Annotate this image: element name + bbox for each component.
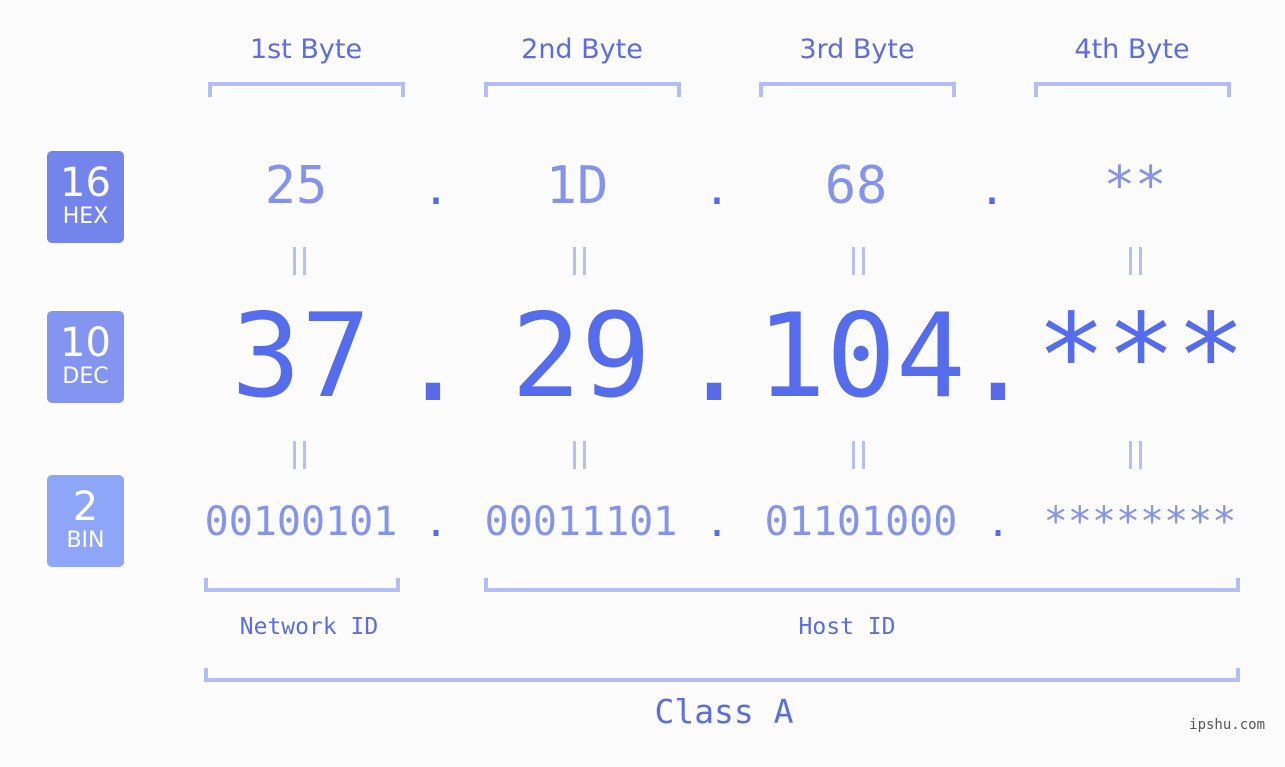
hex-byte-2: 1D (545, 156, 609, 216)
class-label: Class A (654, 692, 794, 731)
bin-base-badge: 2 BIN (47, 475, 124, 567)
byte-header-2: 2nd Byte (521, 34, 643, 65)
byte-bracket-4 (1034, 82, 1231, 97)
hex-base-badge: 16 HEX (47, 151, 124, 243)
bin-byte-3: 01101000 (764, 499, 958, 545)
dec-byte-3: 104 (756, 289, 966, 424)
byte-header-4: 4th Byte (1074, 34, 1190, 65)
dec-byte-1: 37 (231, 289, 371, 424)
host-id-label: Host ID (798, 614, 896, 640)
byte-bracket-3 (759, 82, 956, 97)
dec-byte-2: 29 (511, 289, 651, 424)
hex-base-number: 16 (60, 160, 111, 206)
bin-byte-4: ******** (1043, 499, 1237, 545)
dec-base-badge: 10 DEC (47, 311, 124, 403)
hex-byte-4: ** (1103, 156, 1167, 216)
byte-header-1: 1st Byte (249, 34, 363, 65)
bin-base-label: BIN (66, 528, 105, 553)
dec-base-label: DEC (62, 364, 109, 389)
dec-separator-2: . (679, 293, 749, 428)
dec-byte-4: *** (1036, 289, 1246, 424)
class-bracket (204, 668, 1240, 682)
bin-byte-1: 00100101 (204, 499, 398, 545)
watermark: ipshu.com (1189, 717, 1265, 733)
bin-byte-2: 00011101 (484, 499, 678, 545)
equals-icon (1126, 441, 1146, 471)
hex-separator-1: . (422, 164, 450, 215)
byte-bracket-2 (484, 82, 681, 97)
hex-separator-2: . (703, 164, 731, 215)
hex-base-label: HEX (62, 204, 109, 229)
network-id-label: Network ID (239, 614, 379, 640)
byte-bracket-1 (208, 82, 405, 97)
equals-icon (849, 247, 869, 277)
equals-icon (290, 247, 310, 277)
hex-separator-3: . (978, 164, 1006, 215)
dec-base-number: 10 (60, 320, 111, 366)
equals-icon (570, 247, 590, 277)
host-id-bracket (484, 578, 1240, 592)
equals-icon (849, 441, 869, 471)
byte-header-3: 3rd Byte (799, 34, 915, 65)
equals-icon (290, 441, 310, 471)
dec-separator-1: . (398, 293, 468, 428)
bin-base-number: 2 (72, 484, 99, 530)
bin-separator-1: . (423, 500, 449, 546)
equals-icon (1126, 247, 1146, 277)
hex-byte-3: 68 (824, 156, 888, 216)
network-id-bracket (204, 578, 400, 592)
equals-icon (570, 441, 590, 471)
bin-separator-2: . (704, 500, 730, 546)
hex-byte-1: 25 (264, 156, 328, 216)
bin-separator-3: . (985, 500, 1011, 546)
